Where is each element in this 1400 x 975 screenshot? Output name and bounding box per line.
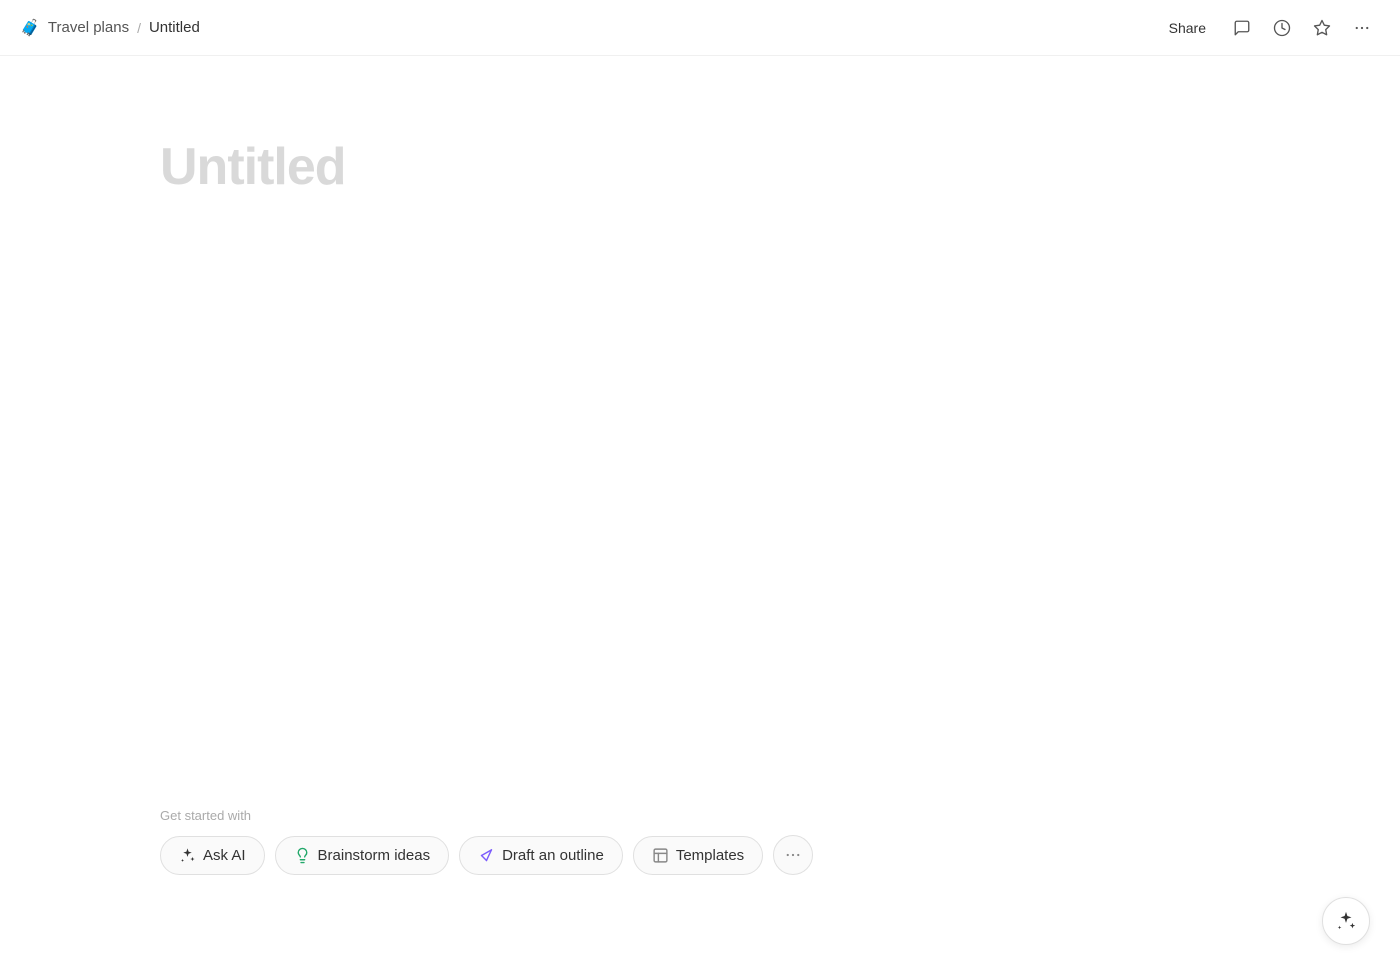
header-actions: Share xyxy=(1155,10,1380,46)
history-button[interactable] xyxy=(1264,10,1300,46)
template-icon xyxy=(652,847,669,864)
comment-icon xyxy=(1233,19,1251,37)
breadcrumb-emoji: 🧳 xyxy=(20,18,40,38)
more-icon xyxy=(1353,19,1371,37)
more-actions-button[interactable] xyxy=(773,835,813,875)
draft-outline-label: Draft an outline xyxy=(502,847,604,864)
templates-label: Templates xyxy=(676,847,744,864)
comment-button[interactable] xyxy=(1224,10,1260,46)
page-title[interactable]: Untitled xyxy=(160,136,1240,198)
star-icon xyxy=(1313,19,1331,37)
share-button[interactable]: Share xyxy=(1155,14,1220,42)
bottom-toolbar: Get started with Ask AI xyxy=(0,808,1400,875)
pencil-icon xyxy=(478,847,495,864)
ask-ai-label: Ask AI xyxy=(203,847,246,864)
draft-outline-button[interactable]: Draft an outline xyxy=(459,836,623,875)
templates-button[interactable]: Templates xyxy=(633,836,763,875)
breadcrumb-separator: / xyxy=(137,20,141,36)
more-dots-icon xyxy=(784,846,802,864)
ai-fab-icon xyxy=(1335,910,1357,932)
history-icon xyxy=(1273,19,1291,37)
brainstorm-label: Brainstorm ideas xyxy=(318,847,431,864)
ask-ai-button[interactable]: Ask AI xyxy=(160,836,265,875)
brainstorm-button[interactable]: Brainstorm ideas xyxy=(275,836,450,875)
sparkle-icon xyxy=(179,847,196,864)
breadcrumb-current[interactable]: Untitled xyxy=(149,19,200,36)
favorite-button[interactable] xyxy=(1304,10,1340,46)
header: 🧳 Travel plans / Untitled Share xyxy=(0,0,1400,56)
bulb-icon xyxy=(294,847,311,864)
more-options-button[interactable] xyxy=(1344,10,1380,46)
action-buttons: Ask AI Brainstorm ideas xyxy=(160,835,813,875)
get-started-label: Get started with xyxy=(160,808,251,823)
breadcrumb: 🧳 Travel plans / Untitled xyxy=(20,18,200,38)
breadcrumb-parent[interactable]: Travel plans xyxy=(48,19,129,36)
main-content: Untitled Get started with Ask AI xyxy=(0,56,1400,975)
ai-fab-button[interactable] xyxy=(1322,897,1370,945)
